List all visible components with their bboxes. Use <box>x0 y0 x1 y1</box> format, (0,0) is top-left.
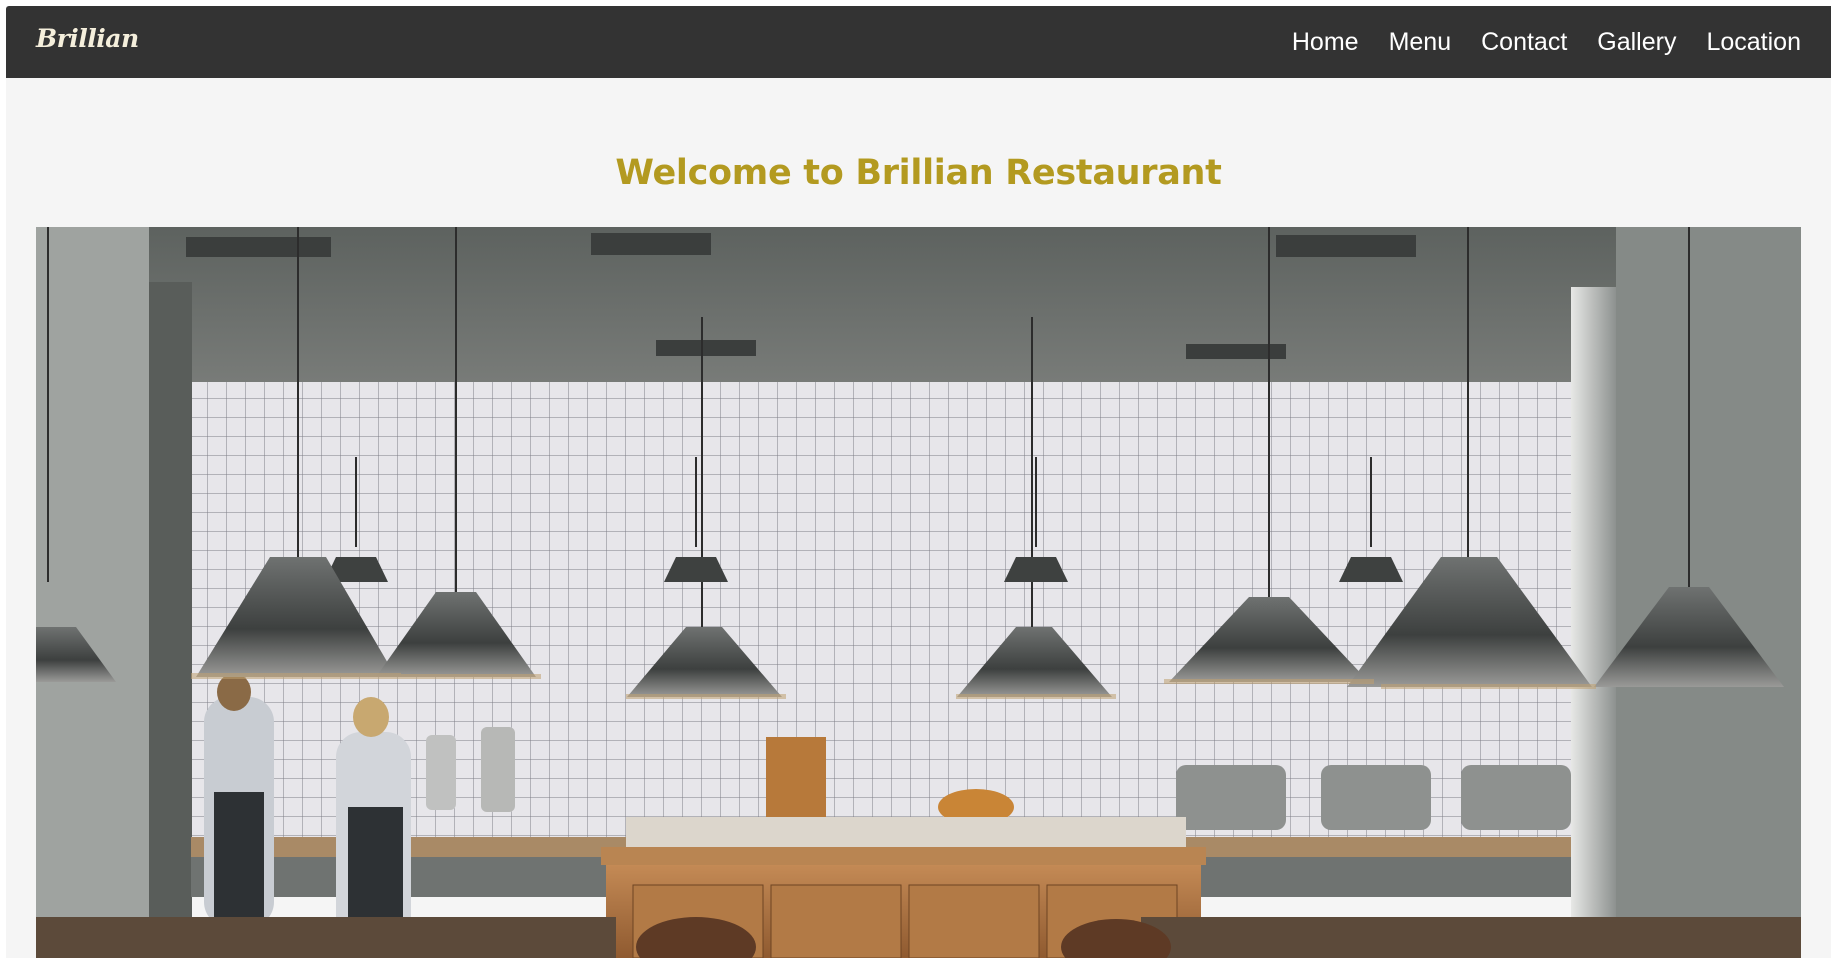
nav-link-home[interactable]: Home <box>1292 28 1359 57</box>
page-title: Welcome to Brillian Restaurant <box>615 153 1222 193</box>
hero-image <box>36 227 1801 958</box>
navbar: Brillian Home Menu Contact Gallery Locat… <box>6 6 1831 78</box>
page: Brillian Home Menu Contact Gallery Locat… <box>6 6 1831 958</box>
main-nav: Home Menu Contact Gallery Location <box>1292 6 1801 78</box>
nav-link-gallery[interactable]: Gallery <box>1597 28 1676 57</box>
nav-link-location[interactable]: Location <box>1706 28 1801 57</box>
nav-link-menu[interactable]: Menu <box>1389 28 1452 57</box>
brand-logo[interactable]: Brillian <box>36 24 139 53</box>
restaurant-interior-photo <box>36 227 1801 958</box>
nav-link-contact[interactable]: Contact <box>1481 28 1567 57</box>
